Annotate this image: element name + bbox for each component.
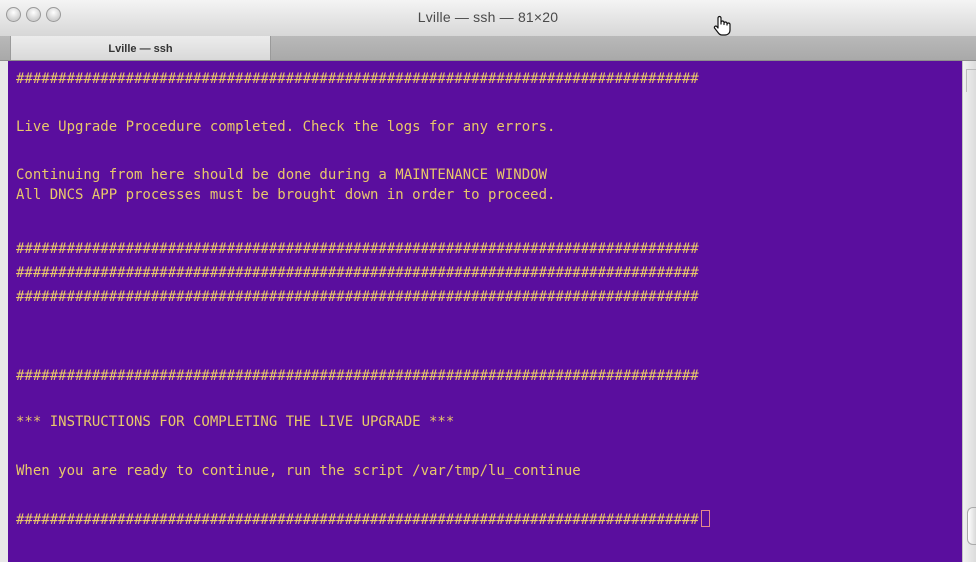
tab-bar: Lville — ssh (0, 36, 976, 61)
terminal-line: All DNCS APP processes must be brought d… (16, 187, 556, 203)
terminal-line-text: ########################################… (16, 512, 699, 528)
terminal-line: ########################################… (16, 265, 699, 281)
title-bar[interactable]: Lville — ssh — 81×20 (0, 0, 976, 37)
terminal-line: ########################################… (16, 289, 699, 305)
tab-lville-ssh[interactable]: Lville — ssh (10, 36, 271, 60)
text-cursor (700, 510, 710, 527)
terminal-line: *** INSTRUCTIONS FOR COMPLETING THE LIVE… (16, 414, 455, 430)
window-title: Lville — ssh — 81×20 (417, 9, 559, 25)
terminal-line: Continuing from here should be done duri… (16, 167, 548, 183)
terminal-line: ########################################… (16, 71, 699, 87)
terminal-prompt-line: ########################################… (16, 510, 710, 530)
vertical-scrollbar[interactable] (962, 61, 976, 562)
terminal-window: Lville — ssh — 81×20 Lville — ssh ######… (0, 0, 976, 562)
terminal-line: Live Upgrade Procedure completed. Check … (16, 119, 556, 135)
hand-pointer-icon (713, 15, 731, 36)
terminal-output[interactable]: ########################################… (8, 61, 962, 562)
terminal-line: ########################################… (16, 368, 699, 384)
scrollbar-thumb[interactable] (967, 507, 976, 545)
terminal-line: When you are ready to continue, run the … (16, 463, 581, 479)
scrollbar-top-cap (966, 69, 976, 92)
terminal-line: ########################################… (16, 241, 699, 257)
